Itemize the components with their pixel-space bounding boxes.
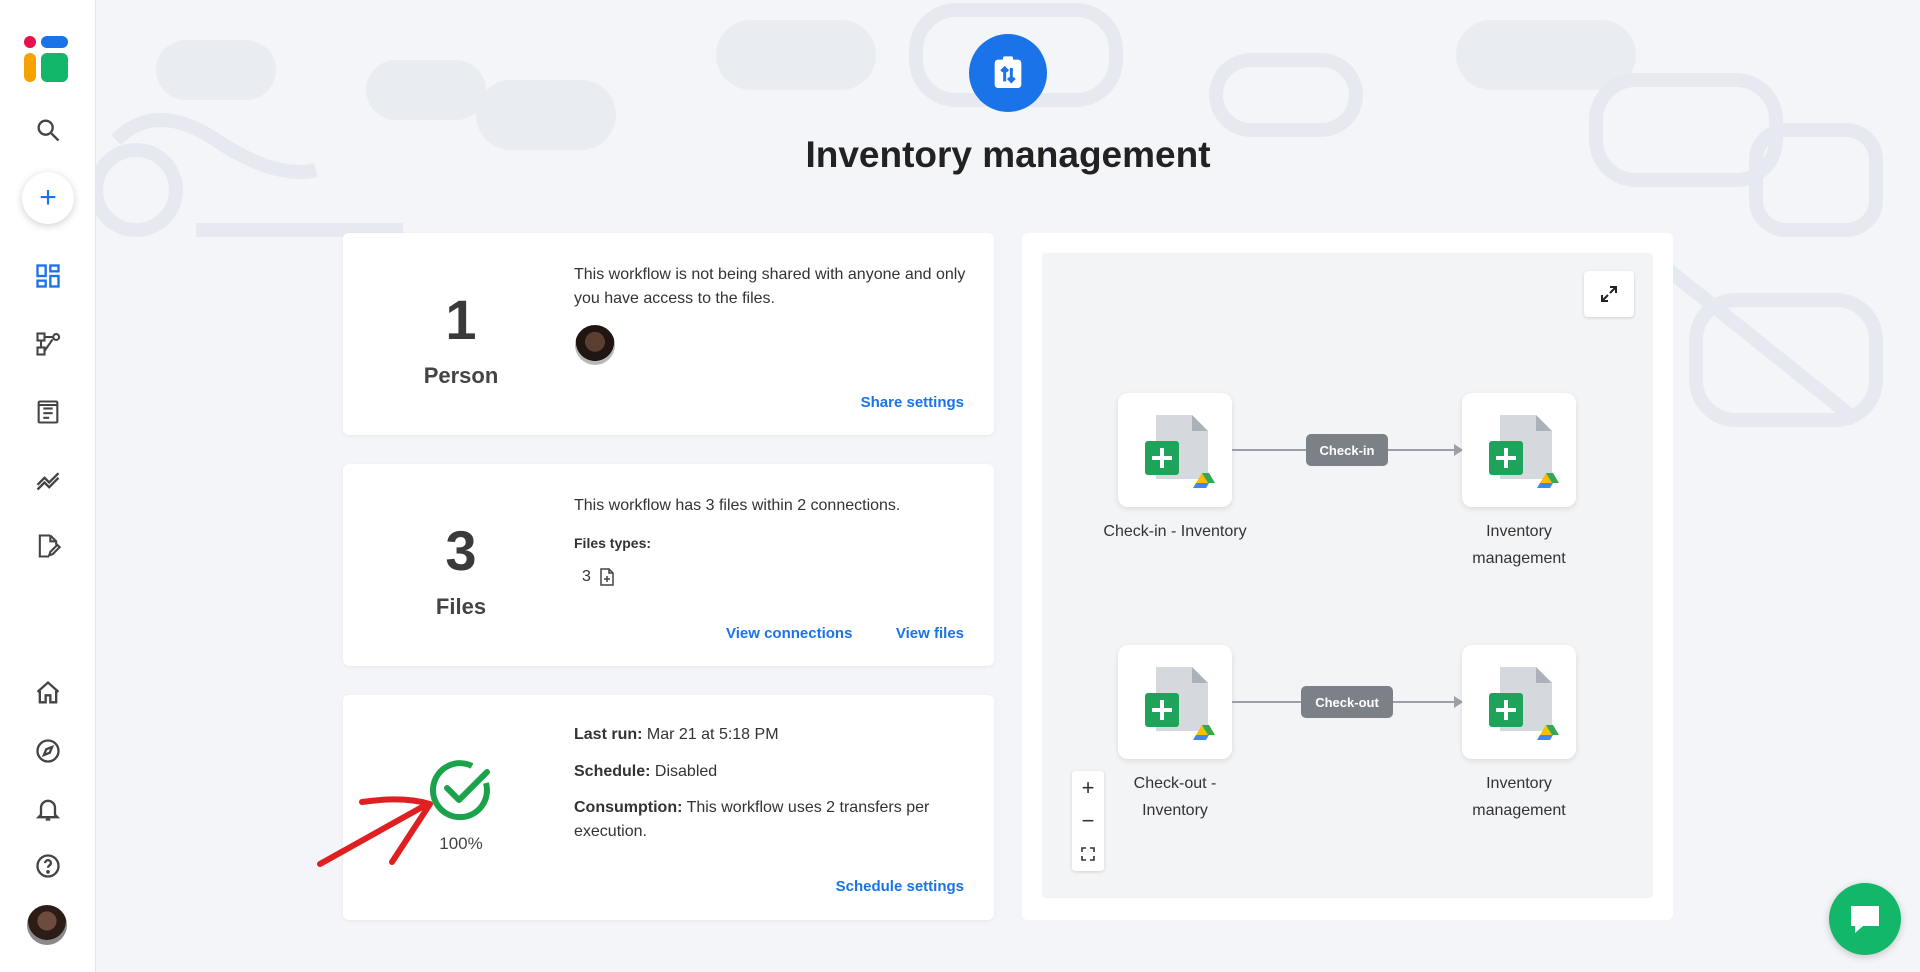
google-sheets-icon (1489, 415, 1559, 488)
annotation-arrow (312, 782, 442, 872)
bell-icon[interactable] (24, 785, 72, 833)
node-label: Inventory management (1472, 775, 1566, 819)
zoom-out-button[interactable]: − (1072, 804, 1104, 837)
workflow-diagram: Check-in Check-in - Inventory Inventory … (1022, 233, 1673, 920)
connection-badge-checkin[interactable]: Check-in (1306, 434, 1388, 466)
google-sheets-icon (1145, 667, 1215, 740)
files-card: 3 Files This workflow has 3 files within… (343, 464, 994, 666)
edit-file-icon[interactable] (24, 522, 72, 570)
expand-icon[interactable] (1584, 271, 1634, 317)
files-count: 3 (445, 519, 477, 582)
sheet-node-checkout-target[interactable] (1462, 645, 1576, 759)
workflow-transfer-icon (969, 34, 1047, 112)
node-label: Check-in - Inventory (1103, 523, 1247, 540)
home-icon[interactable] (24, 669, 72, 717)
page-title: Inventory management (805, 134, 1211, 175)
last-run-row: Last run: Mar 21 at 5:18 PM (574, 723, 779, 747)
sidebar: + (0, 0, 96, 972)
compass-icon[interactable] (24, 727, 72, 775)
fit-view-icon[interactable] (1072, 837, 1104, 870)
files-description: This workflow has 3 files within 2 conne… (574, 497, 901, 514)
analytics-icon[interactable] (24, 455, 72, 503)
user-avatar-icon[interactable] (27, 905, 67, 945)
person-count-label: Person (423, 363, 499, 388)
google-sheets-icon (1489, 667, 1559, 740)
sheet-node-checkout-source[interactable] (1118, 645, 1232, 759)
consumption-row: Consumption: This workflow uses 2 transf… (574, 796, 974, 844)
diagram-canvas[interactable]: Check-in Check-in - Inventory Inventory … (1042, 253, 1653, 898)
sharing-description: This workflow is not being shared with a… (574, 266, 966, 307)
chat-button[interactable] (1829, 883, 1901, 955)
chat-icon (1851, 906, 1879, 933)
node-label: Inventory management (1472, 523, 1566, 567)
dashboard-icon[interactable] (24, 252, 72, 300)
files-count-label: Files (435, 594, 487, 619)
consumption-label: Consumption: (574, 799, 683, 816)
person-count: 1 (445, 288, 477, 351)
last-run-value: Mar 21 at 5:18 PM (646, 726, 779, 743)
sheet-node-checkin-source[interactable] (1118, 393, 1232, 507)
sharing-card: 1 Person This workflow is not being shar… (343, 233, 994, 435)
files-types-label: Files types: (574, 535, 652, 551)
schedule-value: Disabled (654, 763, 718, 780)
view-files-link[interactable]: View files (896, 625, 964, 642)
workflow-icon[interactable] (24, 320, 72, 368)
google-sheets-icon (1145, 415, 1215, 488)
search-icon[interactable] (24, 106, 72, 154)
document-list-icon[interactable] (24, 388, 72, 436)
sheet-node-checkin-target[interactable] (1462, 393, 1576, 507)
schedule-label: Schedule: (574, 763, 651, 780)
last-run-label: Last run: (574, 726, 643, 743)
app-logo[interactable] (22, 34, 70, 84)
schedule-row: Schedule: Disabled (574, 760, 717, 784)
share-settings-link[interactable]: Share settings (861, 394, 964, 411)
connection-badge-checkout[interactable]: Check-out (1301, 686, 1393, 718)
node-label: Check-out - Inventory (1133, 775, 1217, 819)
files-types-count: 3 (582, 568, 591, 585)
zoom-in-button[interactable]: + (1072, 771, 1104, 804)
schedule-settings-link[interactable]: Schedule settings (836, 878, 964, 895)
avatar[interactable] (575, 325, 615, 365)
view-connections-link[interactable]: View connections (726, 625, 852, 642)
zoom-controls: + − (1072, 771, 1104, 871)
help-icon[interactable] (24, 842, 72, 890)
add-button[interactable]: + (22, 172, 74, 224)
file-icon (599, 568, 615, 591)
